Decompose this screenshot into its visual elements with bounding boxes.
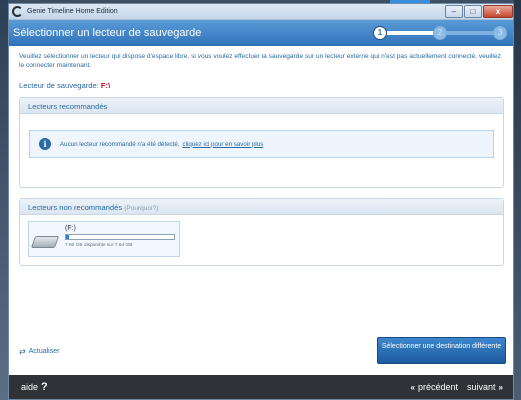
close-button[interactable]: x xyxy=(483,4,513,18)
drive-name: (F:) xyxy=(65,225,76,232)
app-window: Genie Timeline Home Edition ‒ □ x Sélect… xyxy=(8,3,514,400)
intro-text: Veuillez sélectionner un lecteur qui dis… xyxy=(19,53,501,69)
no-drive-info-box: i Aucun lecteur recommandé n'a été détec… xyxy=(29,130,494,158)
title-bar[interactable]: Genie Timeline Home Edition ‒ □ x xyxy=(9,4,513,20)
learn-more-link[interactable]: cliquez ici pour en savoir plus xyxy=(183,141,264,148)
step-indicator: 1 2 3 xyxy=(373,26,507,40)
hard-drive-icon xyxy=(30,236,60,248)
help-question-icon: ? xyxy=(41,381,48,393)
why-link[interactable]: (Pourquoi?) xyxy=(124,205,158,212)
info-icon: i xyxy=(39,138,51,150)
desktop-left-edge xyxy=(0,0,8,400)
recommended-drives-panel: Lecteurs recommandés i Aucun lecteur rec… xyxy=(19,97,504,188)
step-3: 3 xyxy=(493,26,507,40)
next-arrow-icon: » xyxy=(498,382,503,392)
not-recommended-drives-body: (F:) 7.60 GB disponible sur 7.84 GB xyxy=(20,215,503,265)
not-recommended-title: Lecteurs non recommandés xyxy=(28,203,123,212)
help-button[interactable]: aide? xyxy=(21,381,48,393)
desktop-right-edge xyxy=(514,0,521,400)
backup-drive-line: Lecteur de sauvegarde: F:\ xyxy=(19,81,504,90)
wizard-nav: « précédent suivant » xyxy=(411,382,503,392)
step-1: 1 xyxy=(373,26,387,40)
refresh-label: Actualiser xyxy=(28,348,60,355)
drive-space-text: 7.60 GB disponible sur 7.84 GB xyxy=(65,243,133,248)
drive-usage-bar xyxy=(65,234,175,240)
window-controls: ‒ □ x xyxy=(444,4,513,19)
no-drive-text: Aucun lecteur recommandé n'a été détecté… xyxy=(60,140,180,148)
page-header: Sélectionner un lecteur de sauvegarde 1 … xyxy=(9,20,513,46)
page-title: Sélectionner un lecteur de sauvegarde xyxy=(13,27,202,39)
previous-arrow-icon: « xyxy=(410,382,415,392)
next-button[interactable]: suivant xyxy=(467,382,496,392)
backup-drive-value: F:\ xyxy=(100,81,111,90)
drive-usage-fill xyxy=(66,235,70,239)
previous-button[interactable]: précédent xyxy=(418,382,458,392)
action-row: ⇄ Actualiser Sélectionner une destinatio… xyxy=(19,337,506,367)
step-2: 2 xyxy=(433,26,447,40)
backup-drive-label: Lecteur de sauvegarde: xyxy=(19,81,99,90)
step-track-progress xyxy=(379,31,439,35)
window-title: Genie Timeline Home Edition xyxy=(27,8,118,15)
main-content: Veuillez sélectionner un lecteur qui dis… xyxy=(9,46,513,266)
recommended-drives-body: i Aucun lecteur recommandé n'a été détec… xyxy=(20,114,503,187)
drive-tile-f[interactable]: (F:) 7.60 GB disponible sur 7.84 GB xyxy=(28,221,180,257)
not-recommended-drives-header: Lecteurs non recommandés (Pourquoi?) xyxy=(20,199,503,215)
bottom-navigation-bar: aide? « précédent suivant » xyxy=(9,375,513,399)
recommended-drives-header: Lecteurs recommandés xyxy=(20,98,503,114)
maximize-button[interactable]: □ xyxy=(464,4,482,18)
drive-meta: (F:) 7.60 GB disponible sur 7.84 GB xyxy=(65,225,175,253)
not-recommended-drives-panel: Lecteurs non recommandés (Pourquoi?) (F:… xyxy=(19,198,504,266)
refresh-link[interactable]: ⇄ Actualiser xyxy=(19,347,59,356)
help-label: aide xyxy=(21,382,39,392)
refresh-icon: ⇄ xyxy=(19,347,26,356)
select-destination-button[interactable]: Sélectionner une destination différente xyxy=(377,337,506,364)
app-logo-icon xyxy=(12,6,23,17)
minimize-button[interactable]: ‒ xyxy=(445,4,463,18)
